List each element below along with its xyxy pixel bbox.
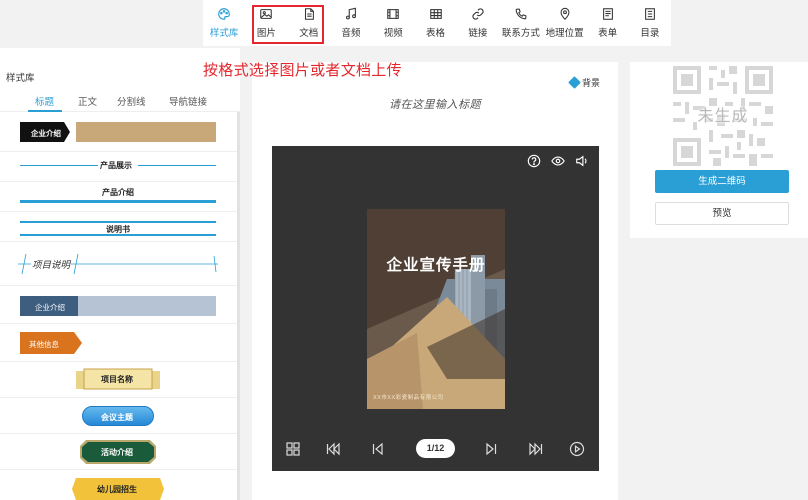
generate-qr-button[interactable]: 生成二维码 bbox=[655, 170, 789, 193]
next-icon bbox=[486, 442, 497, 456]
previous-icon bbox=[372, 442, 383, 456]
table-icon bbox=[429, 9, 442, 19]
style-label: 幼儿园招生 bbox=[97, 485, 137, 494]
style-label: 产品展示 bbox=[100, 161, 132, 170]
style-line bbox=[138, 165, 216, 166]
next-page-button[interactable] bbox=[483, 441, 499, 457]
style-item[interactable]: 其他信息 bbox=[0, 324, 238, 362]
eye-icon[interactable] bbox=[551, 154, 565, 168]
viewer-controls: 1/12 bbox=[272, 429, 599, 471]
cover-title: 企业宣传手册 bbox=[386, 257, 486, 274]
style-label: 说明书 bbox=[106, 225, 130, 234]
panel-title: 样式库 bbox=[6, 73, 35, 84]
preview-button[interactable]: 预览 bbox=[655, 202, 789, 225]
style-label: 企业介绍 bbox=[35, 303, 65, 312]
style-item[interactable]: 产品展示 bbox=[0, 152, 238, 182]
document-page[interactable]: 企业宣传手册 XX市XX彩瓷制品有限公司 bbox=[367, 209, 505, 409]
link-icon bbox=[472, 8, 484, 20]
style-item[interactable]: 会议主题 bbox=[0, 398, 238, 434]
style-library-panel: 样式库 标题 正文 分割线 导航链接 企业介绍 产品展示 产品介绍 说明书 项目… bbox=[0, 48, 240, 500]
form-icon bbox=[602, 8, 613, 20]
style-line bbox=[20, 221, 216, 223]
instruction-annotation: 按格式选择图片或者文档上传 bbox=[203, 61, 402, 79]
style-label: 项目名称 bbox=[101, 375, 133, 384]
tool-catalog[interactable]: 目录 bbox=[629, 0, 671, 46]
style-item[interactable]: 项目名称 bbox=[0, 362, 238, 398]
title-input[interactable]: 请在这里输入标题 bbox=[252, 96, 618, 112]
tool-style-library[interactable]: 样式库 bbox=[203, 0, 245, 46]
style-tabs: 标题 正文 分割线 导航链接 bbox=[0, 90, 240, 112]
style-line bbox=[20, 165, 98, 166]
style-label: 企业介绍 bbox=[31, 129, 61, 138]
help-icon[interactable] bbox=[527, 154, 541, 168]
palette-icon bbox=[218, 8, 230, 20]
qr-panel: 未生成 生成二维码 预览 bbox=[630, 62, 808, 238]
style-label: 项目说明 bbox=[31, 257, 72, 271]
tool-label: 地理位置 bbox=[545, 28, 584, 39]
style-item[interactable]: 企业介绍 bbox=[0, 116, 238, 152]
style-line bbox=[20, 200, 216, 203]
tab-heading[interactable]: 标题 bbox=[35, 94, 54, 108]
tab-divider[interactable]: 分割线 bbox=[117, 94, 146, 108]
catalog-icon bbox=[645, 8, 655, 20]
cover-company: XX市XX彩瓷制品有限公司 bbox=[373, 395, 444, 401]
tool-label: 样式库 bbox=[209, 28, 239, 39]
music-note-icon bbox=[345, 7, 356, 20]
style-item[interactable]: 产品介绍 bbox=[0, 182, 238, 212]
cover-art bbox=[367, 209, 505, 409]
skip-to-start-icon bbox=[326, 442, 340, 456]
tab-body-text[interactable]: 正文 bbox=[78, 94, 97, 108]
location-pin-icon bbox=[560, 7, 570, 20]
style-label: 产品介绍 bbox=[100, 187, 136, 198]
grid-view-button[interactable] bbox=[285, 441, 301, 457]
skip-to-end-icon bbox=[529, 442, 543, 456]
panel-scroll-border[interactable] bbox=[237, 112, 240, 500]
tool-video[interactable]: 视频 bbox=[372, 0, 414, 46]
paint-bucket-icon bbox=[568, 76, 581, 89]
document-viewer: 企业宣传手册 XX市XX彩瓷制品有限公司 1/12 bbox=[272, 146, 599, 471]
viewer-top-icons bbox=[527, 154, 589, 168]
tab-nav-link[interactable]: 导航链接 bbox=[169, 94, 207, 108]
style-label: 会议主题 bbox=[101, 413, 133, 422]
style-item[interactable]: 说明书 bbox=[0, 212, 238, 242]
tool-link[interactable]: 链接 bbox=[457, 0, 499, 46]
highlight-box bbox=[252, 5, 324, 44]
film-icon bbox=[387, 9, 400, 19]
tool-form[interactable]: 表单 bbox=[587, 0, 629, 46]
top-toolbar: 样式库 图片 文档 音频 视频 表格 链接 联系方式 地理位置 表单 目录 bbox=[0, 0, 808, 48]
first-page-button[interactable] bbox=[325, 441, 341, 457]
tool-location[interactable]: 地理位置 bbox=[543, 0, 587, 46]
tool-label: 表格 bbox=[426, 28, 446, 39]
tool-label: 表单 bbox=[598, 28, 618, 39]
active-tab-underline bbox=[28, 110, 62, 112]
tool-table[interactable]: 表格 bbox=[414, 0, 456, 46]
phone-icon bbox=[515, 8, 527, 20]
tool-label: 目录 bbox=[640, 28, 660, 39]
tool-label: 链接 bbox=[468, 28, 488, 39]
qr-status-label: 未生成 bbox=[697, 108, 749, 125]
style-item[interactable]: 项目说明 bbox=[0, 242, 238, 286]
last-page-button[interactable] bbox=[528, 441, 544, 457]
background-button[interactable]: 背景 bbox=[568, 76, 600, 89]
style-list: 企业介绍 产品展示 产品介绍 说明书 项目说明 企业介绍 其他信息 项目名称 会… bbox=[0, 116, 238, 500]
tool-label: 联系方式 bbox=[501, 28, 540, 39]
tool-label: 视频 bbox=[383, 28, 403, 39]
autoplay-button[interactable] bbox=[569, 441, 585, 457]
background-label: 背景 bbox=[581, 78, 600, 88]
style-label: 活动介绍 bbox=[101, 448, 133, 457]
speaker-icon[interactable] bbox=[575, 154, 589, 168]
style-item[interactable]: 活动介绍 bbox=[0, 434, 238, 470]
page-indicator: 1/12 bbox=[416, 439, 455, 458]
editor-canvas: 背景 请在这里输入标题 企业宣传手册 XX市XX彩瓷制品有限公司 1/12 bbox=[252, 62, 618, 500]
play-circle-icon bbox=[569, 441, 585, 457]
grid-icon bbox=[286, 442, 300, 456]
tool-audio[interactable]: 音频 bbox=[330, 0, 372, 46]
style-item[interactable]: 企业介绍 bbox=[0, 286, 238, 324]
prev-page-button[interactable] bbox=[370, 441, 386, 457]
tool-label: 音频 bbox=[341, 28, 361, 39]
tool-contact[interactable]: 联系方式 bbox=[499, 0, 543, 46]
style-item[interactable]: 幼儿园招生 bbox=[0, 470, 238, 500]
style-label: 其他信息 bbox=[29, 340, 59, 349]
